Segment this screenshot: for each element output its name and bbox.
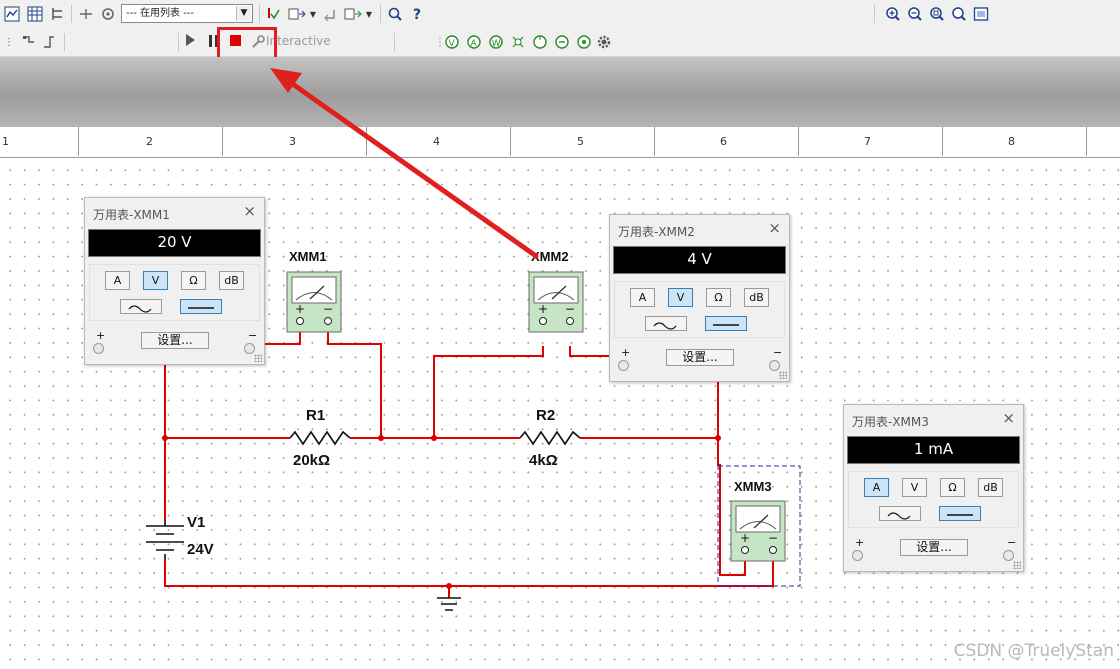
ground-icon[interactable] bbox=[437, 597, 461, 611]
voltmeter-mode-button[interactable]: V bbox=[668, 288, 693, 307]
junction bbox=[431, 435, 437, 441]
meter-reading: 1 mA bbox=[847, 436, 1020, 464]
plus-terminal[interactable] bbox=[93, 343, 104, 354]
dc-line-icon bbox=[947, 514, 973, 516]
r1-resistor[interactable] bbox=[289, 430, 351, 446]
voltmeter-mode-button[interactable]: V bbox=[143, 271, 168, 290]
dc-mode-button[interactable] bbox=[180, 299, 222, 314]
wire[interactable] bbox=[569, 346, 612, 357]
multimeter-xmm1-window[interactable]: 万用表-XMM1 × 20 V A V Ω dB + − 设置... bbox=[84, 197, 265, 365]
xmm1-minus-label: − bbox=[323, 302, 333, 316]
plus-terminal-label: + bbox=[621, 346, 631, 359]
wire[interactable] bbox=[164, 560, 774, 587]
ammeter-mode-button[interactable]: A bbox=[105, 271, 130, 290]
r1-name: R1 bbox=[306, 407, 325, 424]
window-title: 万用表-XMM3 bbox=[852, 415, 929, 429]
mode-group: A V Ω dB bbox=[848, 471, 1019, 528]
plus-terminal-label: + bbox=[96, 329, 106, 342]
mode-group: A V Ω dB bbox=[89, 264, 260, 321]
xmm3-minus-label: − bbox=[768, 531, 778, 545]
settings-button[interactable]: 设置... bbox=[900, 539, 968, 556]
ac-mode-button[interactable] bbox=[645, 316, 687, 331]
dc-mode-button[interactable] bbox=[939, 506, 981, 521]
window-title: 万用表-XMM1 bbox=[93, 208, 170, 222]
resize-grip[interactable] bbox=[779, 371, 787, 379]
ac-mode-button[interactable] bbox=[879, 506, 921, 521]
ohmmeter-mode-button[interactable]: Ω bbox=[181, 271, 206, 290]
junction bbox=[446, 583, 452, 589]
ammeter-mode-button[interactable]: A bbox=[864, 478, 889, 497]
ac-mode-button[interactable] bbox=[120, 299, 162, 314]
minus-terminal-label: − bbox=[248, 329, 258, 342]
voltmeter-mode-button[interactable]: V bbox=[902, 478, 927, 497]
minus-terminal[interactable] bbox=[1003, 550, 1014, 561]
ac-wave-icon bbox=[128, 305, 152, 313]
xmm1-label: XMM1 bbox=[289, 249, 327, 264]
v1-battery[interactable] bbox=[146, 520, 184, 560]
ohmmeter-mode-button[interactable]: Ω bbox=[940, 478, 965, 497]
meter-reading: 4 V bbox=[613, 246, 786, 274]
minus-terminal-label: − bbox=[1007, 536, 1017, 549]
close-icon[interactable]: × bbox=[768, 219, 781, 237]
settings-button[interactable]: 设置... bbox=[666, 349, 734, 366]
decibel-mode-button[interactable]: dB bbox=[978, 478, 1003, 497]
mode-group: A V Ω dB bbox=[614, 281, 785, 338]
close-icon[interactable]: × bbox=[243, 202, 256, 220]
settings-button[interactable]: 设置... bbox=[141, 332, 209, 349]
v1-value: 24V bbox=[187, 541, 214, 558]
minus-terminal[interactable] bbox=[244, 343, 255, 354]
meter-reading: 20 V bbox=[88, 229, 261, 257]
r2-resistor[interactable] bbox=[519, 430, 581, 446]
xmm1-plus-label: + bbox=[295, 302, 305, 316]
ohmmeter-mode-button[interactable]: Ω bbox=[706, 288, 731, 307]
xmm3-label: XMM3 bbox=[734, 479, 772, 494]
watermark: CSDN @TruelyStan bbox=[953, 641, 1114, 661]
ammeter-mode-button[interactable]: A bbox=[630, 288, 655, 307]
minus-terminal[interactable] bbox=[769, 360, 780, 371]
close-icon[interactable]: × bbox=[1002, 409, 1015, 427]
r1-value: 20kΩ bbox=[293, 452, 330, 469]
wire[interactable] bbox=[327, 332, 382, 438]
plus-terminal[interactable] bbox=[852, 550, 863, 561]
dc-mode-button[interactable] bbox=[705, 316, 747, 331]
xmm2-label: XMM2 bbox=[531, 249, 569, 264]
junction bbox=[715, 435, 721, 441]
plus-terminal[interactable] bbox=[618, 360, 629, 371]
junction bbox=[162, 435, 168, 441]
resize-grip[interactable] bbox=[1013, 561, 1021, 569]
dc-line-icon bbox=[713, 324, 739, 326]
v1-name: V1 bbox=[187, 514, 205, 531]
decibel-mode-button[interactable]: dB bbox=[744, 288, 769, 307]
wire[interactable] bbox=[262, 332, 301, 345]
r2-name: R2 bbox=[536, 407, 555, 424]
resize-grip[interactable] bbox=[254, 354, 262, 362]
dc-line-icon bbox=[188, 307, 214, 309]
r2-value: 4kΩ bbox=[529, 452, 558, 469]
ac-wave-icon bbox=[653, 322, 677, 330]
multimeter-xmm2-window[interactable]: 万用表-XMM2 × 4 V A V Ω dB + − 设置... bbox=[609, 214, 790, 382]
xmm3-plus-label: + bbox=[740, 531, 750, 545]
wire[interactable] bbox=[433, 346, 544, 438]
junction bbox=[378, 435, 384, 441]
xmm2-minus-label: − bbox=[565, 302, 575, 316]
ac-wave-icon bbox=[887, 512, 911, 520]
window-title: 万用表-XMM2 bbox=[618, 225, 695, 239]
decibel-mode-button[interactable]: dB bbox=[219, 271, 244, 290]
xmm2-plus-label: + bbox=[538, 302, 548, 316]
multimeter-xmm3-window[interactable]: 万用表-XMM3 × 1 mA A V Ω dB + − 设置... bbox=[843, 404, 1024, 572]
plus-terminal-label: + bbox=[855, 536, 865, 549]
minus-terminal-label: − bbox=[773, 346, 783, 359]
